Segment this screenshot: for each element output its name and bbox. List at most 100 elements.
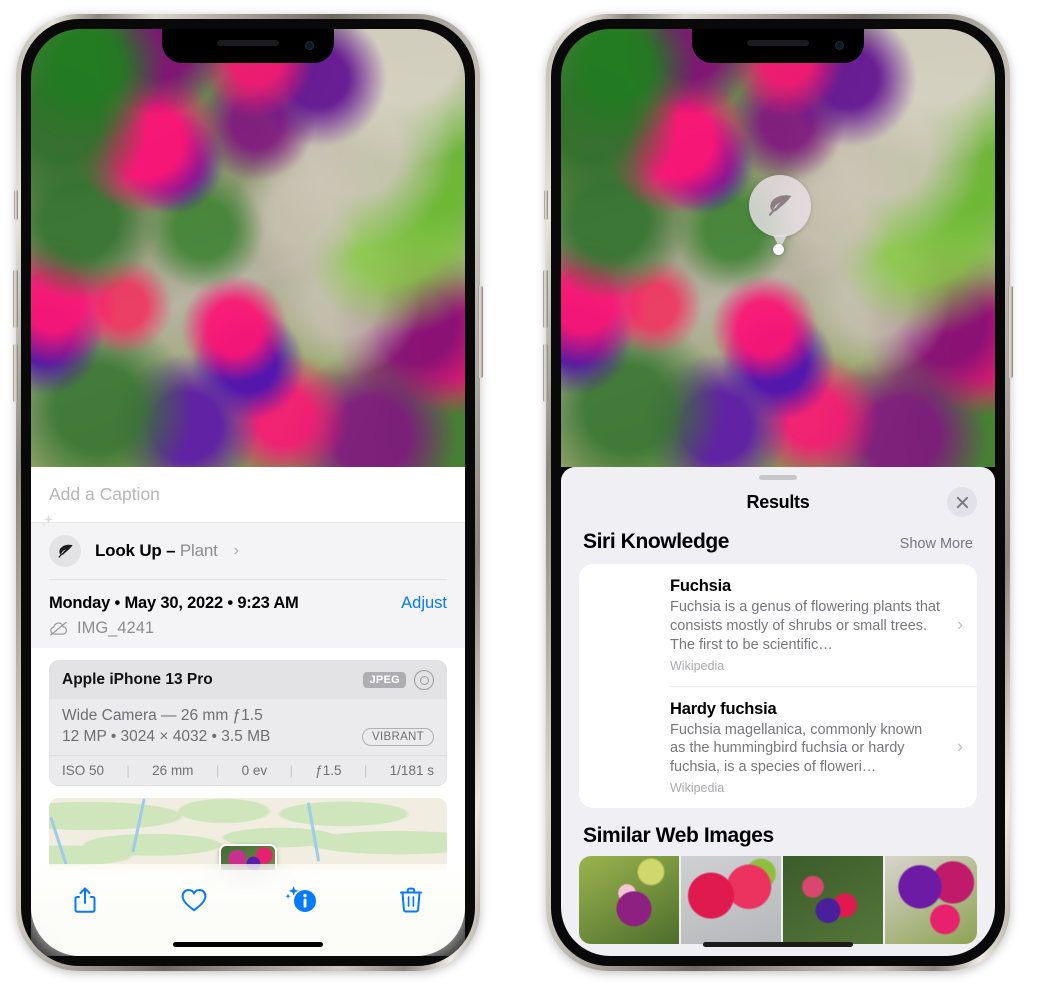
info-button[interactable] xyxy=(279,880,325,920)
close-icon xyxy=(956,496,968,508)
look-up-label: Look Up – Plant xyxy=(95,541,218,561)
web-image-4[interactable] xyxy=(885,856,977,945)
exif-separator: | xyxy=(126,763,130,778)
volume-down-button[interactable] xyxy=(543,344,548,402)
date-row: Monday • May 30, 2022 • 9:23 AM Adjust xyxy=(49,580,447,613)
exif-focal: 26 mm xyxy=(152,763,194,778)
exif-aperture: ƒ1.5 xyxy=(315,763,342,778)
chevron-right-icon: › xyxy=(957,736,963,757)
left-phone-device: Add a Caption Look Up – Plant › Monday •… xyxy=(13,14,483,971)
look-up-text: Look Up – xyxy=(95,541,180,560)
camera-card-body: Wide Camera — 26 mm ƒ1.5 12 MP • 3024 × … xyxy=(50,699,446,755)
left-phone-bezel: Add a Caption Look Up – Plant › Monday •… xyxy=(21,19,475,966)
right-phone-screen: Results Siri Knowledge Show More Fuchsia… xyxy=(561,29,995,956)
knowledge-text: Fuchsia Fuchsia is a genus of flowering … xyxy=(670,577,963,673)
delete-button[interactable] xyxy=(388,880,434,920)
results-sheet: Results Siri Knowledge Show More Fuchsia… xyxy=(561,467,995,956)
notch xyxy=(692,29,864,63)
show-more-button[interactable]: Show More xyxy=(900,536,973,552)
volume-up-button[interactable] xyxy=(13,270,18,328)
power-button[interactable] xyxy=(1008,286,1013,378)
cloud-slash-icon xyxy=(50,621,68,636)
exif-ev: 0 ev xyxy=(241,763,268,778)
knowledge-item-hardy-fuchsia[interactable]: Hardy fuchsia Fuchsia magellanica, commo… xyxy=(579,687,977,809)
home-indicator[interactable] xyxy=(173,942,323,947)
right-phone-device: Results Siri Knowledge Show More Fuchsia… xyxy=(543,14,1013,971)
location-map-preview[interactable] xyxy=(49,798,447,870)
trash-icon xyxy=(399,887,422,913)
specs-row: 12 MP • 3024 × 4032 • 3.5 MB VIBRANT xyxy=(62,728,434,746)
format-badge: JPEG xyxy=(363,672,406,688)
leaf-badge-circle xyxy=(49,535,81,567)
filename-row: IMG_4241 xyxy=(49,619,447,638)
photo-viewer[interactable] xyxy=(31,29,465,467)
photo-filename: IMG_4241 xyxy=(77,619,155,637)
knowledge-text: Hardy fuchsia Fuchsia magellanica, commo… xyxy=(670,700,963,796)
front-camera-icon xyxy=(305,41,314,50)
right-phone-bezel: Results Siri Knowledge Show More Fuchsia… xyxy=(551,19,1005,966)
knowledge-title: Fuchsia xyxy=(670,577,731,595)
similar-web-images-header: Similar Web Images xyxy=(561,808,995,856)
web-image-3[interactable] xyxy=(783,856,883,945)
siri-knowledge-header: Siri Knowledge Show More xyxy=(561,524,995,564)
photo-viewer[interactable] xyxy=(561,29,995,467)
knowledge-description: Fuchsia is a genus of flowering plants t… xyxy=(670,599,941,653)
heart-icon xyxy=(181,888,207,912)
photo-info-sheet: Add a Caption Look Up – Plant › Monday •… xyxy=(31,467,465,956)
knowledge-source: Wikipedia xyxy=(670,658,725,673)
results-header: Results xyxy=(561,480,995,524)
adjust-button[interactable]: Adjust xyxy=(401,594,447,613)
photo-metadata-block: Monday • May 30, 2022 • 9:23 AM Adjust I… xyxy=(31,579,465,648)
lookup-block: Look Up – Plant › xyxy=(31,514,465,579)
power-button[interactable] xyxy=(478,286,483,378)
camera-model-label: Apple iPhone 13 Pro xyxy=(62,671,213,688)
leaf-icon xyxy=(768,195,792,216)
notch xyxy=(162,29,334,63)
camera-header-badges: JPEG xyxy=(363,670,434,690)
look-up-plant-row[interactable]: Look Up – Plant › xyxy=(41,514,447,579)
aperture-icon xyxy=(414,670,434,690)
similar-web-images-strip[interactable] xyxy=(579,856,977,945)
chevron-right-icon: › xyxy=(233,542,239,559)
knowledge-thumbnail xyxy=(593,700,657,792)
web-image-1[interactable] xyxy=(579,856,679,945)
exif-separator: | xyxy=(215,763,220,778)
screenshot-stage: Add a Caption Look Up – Plant › Monday •… xyxy=(0,0,1055,985)
plant-detection-badge[interactable] xyxy=(749,175,811,249)
volume-down-button[interactable] xyxy=(13,344,18,402)
camera-info-card: Apple iPhone 13 Pro JPEG Wide Camera — 2… xyxy=(49,660,447,786)
share-button[interactable] xyxy=(62,880,108,920)
camera-card-header: Apple iPhone 13 Pro JPEG xyxy=(50,661,446,699)
caption-field-row[interactable]: Add a Caption xyxy=(31,467,465,523)
silence-switch[interactable] xyxy=(544,190,548,220)
caption-placeholder[interactable]: Add a Caption xyxy=(49,484,160,505)
earpiece-speaker xyxy=(747,40,809,46)
chevron-right-icon: › xyxy=(957,614,963,635)
share-icon xyxy=(74,887,96,913)
exif-separator: | xyxy=(289,763,293,778)
look-up-category: Plant xyxy=(179,541,218,560)
results-title: Results xyxy=(746,491,810,512)
web-image-2[interactable] xyxy=(681,856,781,945)
photo-date-text: Monday • May 30, 2022 • 9:23 AM xyxy=(49,594,299,612)
section-title-similar-web-images: Similar Web Images xyxy=(583,824,774,848)
silence-switch[interactable] xyxy=(14,190,18,220)
section-title-siri-knowledge: Siri Knowledge xyxy=(583,530,730,553)
lens-info-line: Wide Camera — 26 mm ƒ1.5 xyxy=(62,707,263,724)
front-camera-icon xyxy=(835,41,844,50)
specs-line: 12 MP • 3024 × 4032 • 3.5 MB xyxy=(62,728,271,745)
info-sparkle-icon xyxy=(285,886,317,912)
exif-separator: | xyxy=(363,763,368,778)
knowledge-title: Hardy fuchsia xyxy=(670,699,777,718)
knowledge-thumbnail xyxy=(593,577,657,625)
favorite-button[interactable] xyxy=(171,880,217,920)
exif-iso: ISO 50 xyxy=(62,763,105,778)
detection-anchor-dot xyxy=(773,244,784,255)
photographic-style-badge: VIBRANT xyxy=(362,728,434,746)
knowledge-item-fuchsia[interactable]: Fuchsia Fuchsia is a genus of flowering … xyxy=(579,564,977,686)
siri-knowledge-card: Fuchsia Fuchsia is a genus of flowering … xyxy=(579,564,977,809)
earpiece-speaker xyxy=(217,40,279,46)
volume-up-button[interactable] xyxy=(543,270,548,328)
close-button[interactable] xyxy=(947,487,977,517)
home-indicator[interactable] xyxy=(703,942,853,947)
